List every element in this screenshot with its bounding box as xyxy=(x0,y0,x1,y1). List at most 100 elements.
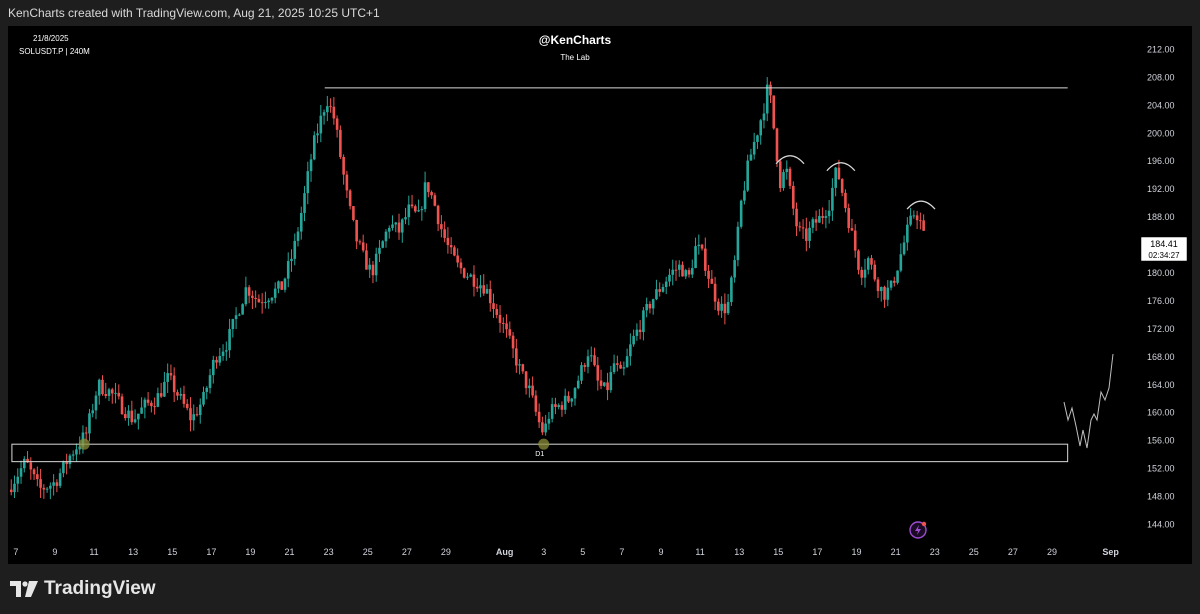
candle-body xyxy=(668,274,671,282)
candle-body xyxy=(501,322,505,324)
candle-body xyxy=(71,454,75,456)
candle-body xyxy=(436,205,440,225)
candle-body xyxy=(75,449,78,455)
candle-body xyxy=(531,385,534,396)
y-tick-label: 208.00 xyxy=(1147,72,1175,82)
candle-body xyxy=(736,226,740,261)
candle-body xyxy=(603,382,606,386)
candle-body xyxy=(273,288,277,298)
candle-body xyxy=(625,356,629,368)
candle-body xyxy=(335,118,339,130)
candle-body xyxy=(169,373,173,376)
x-tick-label: 21 xyxy=(891,547,901,557)
candle-body xyxy=(919,220,922,222)
candle-body xyxy=(713,283,717,302)
candle-body xyxy=(554,404,557,408)
candle-body xyxy=(622,367,626,369)
candle-body xyxy=(818,215,821,223)
candle-body xyxy=(717,301,720,311)
candle-body xyxy=(811,219,815,228)
x-tick-label: 11 xyxy=(89,547,98,557)
candle-body xyxy=(586,356,590,367)
price-chart[interactable]: D1 216.00212.00208.00204.00200.00196.001… xyxy=(0,0,1200,566)
candle-body xyxy=(384,231,388,242)
candle-body xyxy=(326,106,329,113)
candle-body xyxy=(642,310,645,333)
candle-body xyxy=(475,286,479,289)
candle-body xyxy=(133,419,137,423)
y-tick-label: 144.00 xyxy=(1147,520,1175,530)
candle-body xyxy=(260,302,264,304)
candle-body xyxy=(68,455,72,465)
candle-body xyxy=(720,303,723,311)
candle-body xyxy=(299,213,303,232)
candle-body xyxy=(805,228,808,241)
candle-body xyxy=(153,406,156,408)
candle-body xyxy=(45,488,49,490)
alert-bolt-icon[interactable] xyxy=(909,521,927,539)
candle-body xyxy=(309,159,313,172)
candle-body xyxy=(345,174,349,191)
candle-body xyxy=(844,192,847,209)
tradingview-logo[interactable]: TradingView xyxy=(10,578,156,600)
candle-body xyxy=(528,385,531,389)
y-tick-label: 200.00 xyxy=(1147,128,1175,138)
candle-body xyxy=(616,363,619,365)
candle-body xyxy=(62,461,65,474)
candle-body xyxy=(870,258,873,265)
candle-body xyxy=(537,411,541,423)
candle-body xyxy=(205,387,209,392)
candle-body xyxy=(697,244,701,247)
candle-body xyxy=(596,365,600,381)
candle-body xyxy=(355,219,358,242)
candle-body xyxy=(459,262,463,269)
candle-body xyxy=(117,392,121,397)
candle-body xyxy=(218,355,222,363)
y-tick-label: 164.00 xyxy=(1147,380,1175,390)
candle-body xyxy=(472,274,476,287)
candle-body xyxy=(270,297,274,301)
candle-body xyxy=(208,375,212,388)
candle-body xyxy=(863,269,867,278)
candle-body xyxy=(511,335,515,349)
candle-body xyxy=(127,410,130,419)
candle-body xyxy=(730,277,733,303)
y-tick-label: 196.00 xyxy=(1147,156,1175,166)
candle-body xyxy=(778,161,782,189)
candle-body xyxy=(726,302,730,314)
candle-body xyxy=(609,372,613,391)
candle-body xyxy=(710,278,714,284)
candle-body xyxy=(407,204,411,218)
candle-body xyxy=(775,128,779,162)
candle-body xyxy=(690,268,694,275)
candle-body xyxy=(290,258,293,262)
candle-body xyxy=(97,379,101,396)
candle-body xyxy=(515,348,518,366)
candle-body xyxy=(492,303,495,310)
x-tick-label: 23 xyxy=(930,547,940,557)
candle-body xyxy=(423,182,427,210)
candle-body xyxy=(378,247,381,254)
candle-body xyxy=(785,168,789,173)
candle-body xyxy=(22,458,26,469)
support-box-label: D1 xyxy=(535,451,544,458)
x-tick-label: 5 xyxy=(580,547,585,557)
candle-body xyxy=(433,195,437,206)
candle-body xyxy=(316,133,319,136)
candle-body xyxy=(837,167,841,180)
candle-body xyxy=(752,141,756,155)
candle-body xyxy=(651,299,655,309)
candle-body xyxy=(16,476,20,484)
candle-body xyxy=(182,393,186,404)
candle-body xyxy=(893,280,896,283)
candle-body xyxy=(912,215,916,217)
chart-area[interactable]: D1 216.00212.00208.00204.00200.00196.001… xyxy=(0,0,1200,566)
candle-body xyxy=(677,264,681,270)
candle-body xyxy=(225,350,228,352)
candle-body xyxy=(593,355,596,366)
candle-body xyxy=(694,246,697,269)
candle-body xyxy=(124,414,127,419)
x-tick-label: 17 xyxy=(812,547,822,557)
candle-body xyxy=(283,278,287,290)
symbol-label: SOLUSDT.P | 240M xyxy=(19,47,90,56)
